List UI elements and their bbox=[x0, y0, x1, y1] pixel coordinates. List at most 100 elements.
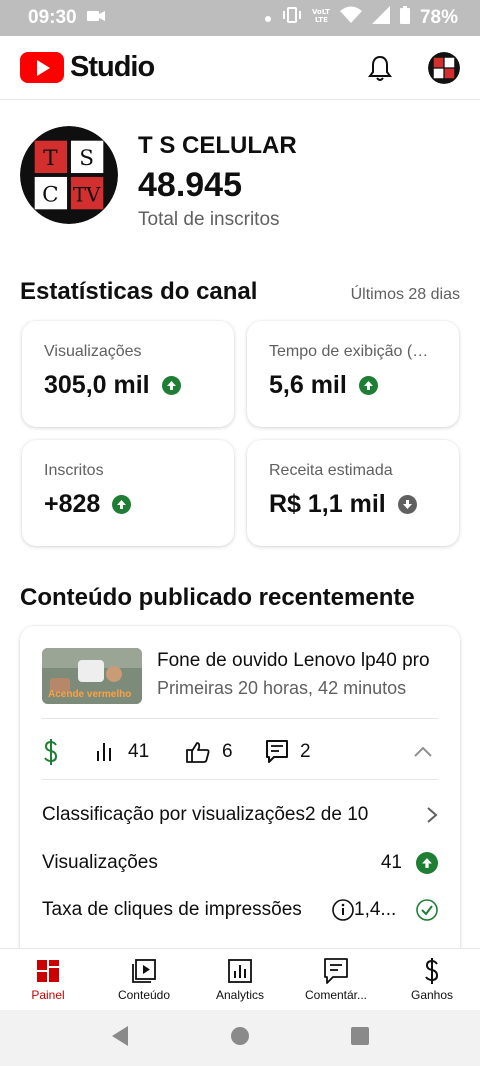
nav-analytics[interactable]: Analytics bbox=[192, 949, 288, 1010]
notifications-button[interactable] bbox=[360, 48, 400, 88]
trend-up-icon bbox=[358, 376, 378, 395]
svg-text:LTE: LTE bbox=[315, 16, 328, 23]
earnings-icon bbox=[425, 957, 439, 984]
stat-value: 305,0 mil bbox=[44, 371, 150, 399]
nav-label: Ganhos bbox=[410, 987, 454, 1002]
dashboard-icon bbox=[37, 959, 59, 982]
comment-icon bbox=[266, 740, 288, 763]
system-back-button[interactable] bbox=[110, 1025, 130, 1052]
volte-icon: VoLTELTE bbox=[312, 7, 335, 29]
divider bbox=[42, 718, 438, 719]
ctr-label: Taxa de cliques de impressões bbox=[42, 899, 302, 920]
ctr-row: Taxa de cliques de impressões 1,4... bbox=[42, 899, 438, 921]
back-triangle-icon bbox=[112, 1025, 128, 1046]
content-icon bbox=[132, 958, 156, 983]
dot-icon bbox=[264, 7, 272, 29]
app-header: Studio bbox=[0, 36, 480, 100]
ctr-info-button[interactable] bbox=[332, 899, 354, 921]
stat-value: R$ 1,1 mil bbox=[269, 490, 386, 518]
stat-card-revenue[interactable]: Receita estimada R$ 1,1 mil bbox=[247, 440, 459, 546]
stat-value: 5,6 mil bbox=[269, 371, 347, 399]
comments-count: 2 bbox=[300, 741, 311, 762]
comments-icon bbox=[324, 957, 348, 984]
dollar-icon bbox=[44, 739, 58, 765]
trend-down-icon bbox=[397, 495, 417, 514]
video-thumbnail[interactable]: Acende vermelho bbox=[42, 648, 142, 704]
stat-label: Tempo de exibição (horas) bbox=[269, 343, 437, 360]
avatar-letter-1: T bbox=[43, 146, 58, 171]
nav-label: Painel bbox=[31, 987, 65, 1002]
account-avatar[interactable] bbox=[428, 51, 460, 84]
video-metrics: 41 6 2 bbox=[42, 734, 438, 770]
nav-content[interactable]: Conteúdo bbox=[96, 949, 192, 1010]
youtube-play-logo-icon bbox=[20, 52, 64, 83]
channel-summary: T S C TV T S CELULAR 48.945 Total de ins… bbox=[20, 126, 297, 231]
stat-card-watch-time[interactable]: Tempo de exibição (horas) 5,6 mil bbox=[247, 321, 459, 427]
collapse-button[interactable] bbox=[408, 746, 438, 758]
avatar-letter-3: C bbox=[42, 182, 59, 207]
views-row-label: Visualizações bbox=[42, 852, 158, 873]
bottom-navigation: Painel Conteúdo Analytics Comentár... Ga… bbox=[0, 948, 480, 1010]
views-metric: 41 bbox=[96, 741, 186, 763]
ranking-label: Classificação por visualizações bbox=[42, 804, 305, 825]
divider bbox=[42, 779, 438, 780]
stat-label: Inscritos bbox=[44, 462, 104, 479]
signal-icon bbox=[371, 6, 390, 30]
nav-label: Comentár... bbox=[304, 987, 368, 1002]
subscriber-label: Total de inscritos bbox=[138, 209, 280, 230]
video-title: Fone de ouvido Lenovo lp40 pro bbox=[157, 650, 430, 671]
system-navigation-bar bbox=[0, 1010, 480, 1066]
thumbs-up-icon bbox=[186, 742, 210, 763]
youtube-studio-logo[interactable]: Studio bbox=[20, 51, 155, 84]
stat-value: +828 bbox=[44, 490, 101, 518]
recents-square-icon bbox=[351, 1026, 369, 1045]
views-row: Visualizações 41 bbox=[42, 852, 438, 874]
ctr-value: 1,4... bbox=[354, 899, 397, 920]
nav-label: Analytics bbox=[215, 987, 265, 1002]
status-time: 09:30 bbox=[28, 7, 77, 28]
status-bar: 09:30 VoLTELTE 78% bbox=[0, 0, 480, 36]
avatar-letter-4: TV bbox=[73, 183, 101, 206]
vibrate-icon bbox=[282, 7, 302, 29]
stats-section-header: Estatísticas do canal Últimos 28 dias bbox=[20, 278, 460, 306]
wifi-icon bbox=[339, 6, 362, 30]
ranking-row[interactable]: Classificação por visualizações 2 de 10 bbox=[42, 804, 438, 826]
battery-icon bbox=[399, 6, 410, 30]
stat-card-subscribers[interactable]: Inscritos +828 bbox=[22, 440, 234, 546]
monetization-metric bbox=[42, 739, 96, 765]
nav-comments[interactable]: Comentár... bbox=[288, 949, 384, 1010]
trend-up-icon bbox=[416, 852, 438, 874]
subscriber-count: 48.945 bbox=[138, 166, 242, 204]
chevron-up-icon bbox=[414, 746, 432, 757]
nav-label: Conteúdo bbox=[117, 987, 171, 1002]
stat-label: Receita estimada bbox=[269, 462, 393, 479]
comments-metric: 2 bbox=[266, 740, 346, 764]
logo-text: Studio bbox=[70, 51, 155, 83]
battery-level: 78% bbox=[419, 7, 458, 28]
views-row-value: 41 bbox=[380, 852, 402, 873]
recent-section-header: Conteúdo publicado recentemente bbox=[20, 584, 460, 612]
stat-label: Visualizações bbox=[44, 343, 142, 360]
trend-up-icon bbox=[161, 376, 181, 395]
channel-name: T S CELULAR bbox=[138, 132, 297, 159]
analytics-icon bbox=[228, 958, 252, 983]
system-recents-button[interactable] bbox=[350, 1026, 370, 1051]
chevron-right-icon bbox=[427, 807, 438, 823]
stats-title: Estatísticas do canal bbox=[20, 278, 258, 305]
stat-card-views[interactable]: Visualizações 305,0 mil bbox=[22, 321, 234, 427]
likes-count: 6 bbox=[222, 741, 233, 762]
video-meta: Primeiras 20 horas, 42 minutos bbox=[157, 678, 407, 698]
recent-title: Conteúdo publicado recentemente bbox=[20, 584, 415, 611]
nav-earnings[interactable]: Ganhos bbox=[384, 949, 480, 1010]
info-icon bbox=[332, 899, 354, 921]
home-circle-icon bbox=[231, 1026, 249, 1045]
recent-content-card: Acende vermelho Fone de ouvido Lenovo lp… bbox=[20, 626, 460, 966]
bar-chart-icon bbox=[97, 743, 111, 761]
nav-dashboard[interactable]: Painel bbox=[0, 949, 96, 1010]
thumbnail-caption: Acende vermelho bbox=[48, 689, 132, 700]
stats-period: Últimos 28 dias bbox=[350, 286, 460, 303]
channel-avatar[interactable]: T S C TV bbox=[20, 126, 118, 224]
recent-video[interactable]: Acende vermelho Fone de ouvido Lenovo lp… bbox=[42, 648, 438, 704]
video-notification-icon bbox=[86, 7, 105, 29]
system-home-button[interactable] bbox=[230, 1026, 250, 1051]
